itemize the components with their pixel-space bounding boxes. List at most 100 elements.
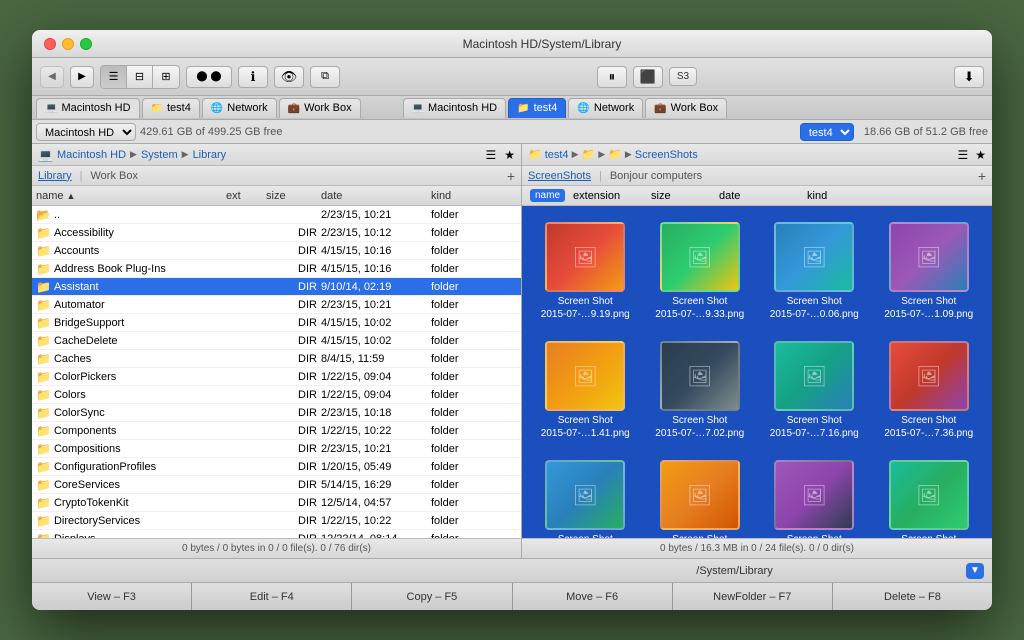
file-row[interactable]: 📁BridgeSupportDIR4/15/15, 10:02folder (32, 314, 521, 332)
right-icon-grid[interactable]: 🖼Screen Shot 2015-07-…9.19.png🖼Screen Sh… (522, 206, 992, 538)
right-col-date[interactable]: date (719, 190, 799, 202)
forward-button[interactable]: ▶ (70, 66, 94, 88)
right-col-size[interactable]: size (651, 190, 711, 202)
right-tab-macintosh[interactable]: 💻 Macintosh HD (403, 98, 507, 118)
file-row[interactable]: 📁ColorSyncDIR2/23/15, 10:18folder (32, 404, 521, 422)
right-tab-network[interactable]: 🌐 Network (568, 98, 643, 118)
file-date: 5/14/15, 16:29 (321, 479, 431, 491)
screenshot-item[interactable]: 🖼Screen Shot 2015-07-…7.36.png (876, 335, 983, 446)
screenshot-thumbnail: 🖼 (660, 222, 740, 292)
left-path-select[interactable]: Macintosh HD (36, 123, 136, 141)
file-row[interactable]: 📁AutomatorDIR2/23/15, 10:21folder (32, 296, 521, 314)
file-kind: folder (431, 425, 491, 437)
right-section-bar: ScreenShots | Bonjour computers + (522, 166, 992, 186)
right-bc-test4[interactable]: test4 (545, 149, 569, 161)
left-bc-system[interactable]: System (141, 149, 178, 161)
file-row[interactable]: 📁CachesDIR8/4/15, 11:59folder (32, 350, 521, 368)
info-button[interactable]: ℹ (238, 66, 268, 88)
left-bc-library[interactable]: Library (193, 149, 227, 161)
right-section-bonjour[interactable]: Bonjour computers (610, 170, 702, 182)
screenshot-item[interactable]: 🖼Screen Shot 2015-07-…9.19.png (532, 216, 639, 327)
file-row[interactable]: 📁CryptoTokenKitDIR12/5/14, 04:57folder (32, 494, 521, 512)
file-row[interactable]: 📁DirectoryServicesDIR1/22/15, 10:22folde… (32, 512, 521, 530)
icon-view-button[interactable]: ⊞ (153, 66, 179, 88)
copy-f5-button[interactable]: Copy – F5 (352, 583, 512, 610)
screenshot-item[interactable]: 🖼Screen Shot 2015-07-…7.45.png (532, 454, 639, 538)
left-view-menu-icon[interactable]: ☰ (485, 148, 496, 162)
screenshot-item[interactable]: 🖼Screen Shot 2015-07-…8.16.png (761, 454, 868, 538)
left-tab-workbox[interactable]: 💼 Work Box (279, 98, 361, 118)
file-row[interactable]: 📁AccessibilityDIR2/23/15, 10:12folder (32, 224, 521, 242)
left-tab-test4[interactable]: 📁 test4 (142, 98, 200, 118)
right-tab-workbox[interactable]: 💼 Work Box (645, 98, 727, 118)
col-header-name[interactable]: name ▲ (36, 190, 226, 202)
file-row[interactable]: 📁Address Book Plug-InsDIR4/15/15, 10:16f… (32, 260, 521, 278)
screenshot-item[interactable]: 🖼Screen Shot 2015-07-…1.41.png (532, 335, 639, 446)
file-row[interactable]: 📁DisplaysDIR12/22/14, 08:14folder (32, 530, 521, 538)
search-button[interactable]: ⧉ (310, 66, 340, 88)
right-col-ext[interactable]: extension (573, 190, 643, 202)
path-dropdown-button[interactable]: ▼ (966, 563, 984, 579)
left-bookmark-icon[interactable]: ★ (504, 148, 515, 162)
left-tab-network[interactable]: 🌐 Network (202, 98, 277, 118)
left-tab-macintosh[interactable]: 💻 Macintosh HD (36, 98, 140, 118)
right-col-name[interactable]: name (530, 189, 565, 202)
col-header-ext[interactable]: ext (226, 190, 266, 202)
file-row[interactable]: 📂..2/23/15, 10:21folder (32, 206, 521, 224)
column-view-button[interactable]: ⊟ (127, 66, 153, 88)
copy-icon-button[interactable]: ⬛ (633, 66, 663, 88)
right-bookmark-icon[interactable]: ★ (975, 148, 986, 162)
left-bc-macintosh[interactable]: Macintosh HD (57, 149, 126, 161)
file-row[interactable]: 📁AssistantDIR9/10/14, 02:19folder (32, 278, 521, 296)
screenshot-item[interactable]: 🖼Screen Shot 2015-07-…8.00.png (647, 454, 754, 538)
screenshot-item[interactable]: 🖼Screen Shot 2015-07-…9.33.png (647, 216, 754, 327)
list-view-button[interactable]: ☰ (101, 66, 127, 88)
preview-button[interactable]: 👁 (274, 66, 304, 88)
close-button[interactable] (44, 38, 56, 50)
download-button[interactable]: ⬇ (954, 66, 984, 88)
edit-f4-button[interactable]: Edit – F4 (192, 583, 352, 610)
file-row[interactable]: 📁CompositionsDIR2/23/15, 10:21folder (32, 440, 521, 458)
newfolder-f7-button[interactable]: NewFolder – F7 (673, 583, 833, 610)
file-row[interactable]: 📁CacheDeleteDIR4/15/15, 10:02folder (32, 332, 521, 350)
left-section-library[interactable]: Library (38, 170, 72, 182)
badge-button[interactable]: S3 (669, 67, 697, 86)
file-row[interactable]: 📁ColorPickersDIR1/22/15, 09:04folder (32, 368, 521, 386)
right-path-select[interactable]: test4 (800, 123, 854, 141)
right-view-menu-icon[interactable]: ☰ (957, 148, 968, 162)
file-row[interactable]: 📁AccountsDIR4/15/15, 10:16folder (32, 242, 521, 260)
right-bc-screens[interactable]: 📁 (581, 148, 595, 161)
pause-button[interactable]: ⏸ (597, 66, 627, 88)
right-col-kind[interactable]: kind (807, 190, 857, 202)
col-header-date[interactable]: date (321, 190, 431, 202)
left-section-workbox[interactable]: Work Box (90, 170, 137, 182)
col-header-size[interactable]: size (266, 190, 321, 202)
left-file-list[interactable]: 📂..2/23/15, 10:21folder📁AccessibilityDIR… (32, 206, 521, 538)
col-header-kind[interactable]: kind (431, 190, 491, 202)
screenshot-item[interactable]: 🖼Screen Shot 2015-07-…1.09.png (876, 216, 983, 327)
right-section-screenshots[interactable]: ScreenShots (528, 170, 591, 182)
screenshot-item[interactable]: 🖼Screen Shot 2015-07-…0.06.png (761, 216, 868, 327)
left-add-button[interactable]: + (507, 168, 515, 184)
left-breadcrumb: 💻 Macintosh HD ▶ System ▶ Library ☰ ★ (32, 144, 521, 166)
toggle-button[interactable]: ⬤ ⬤ (186, 66, 232, 88)
right-tab-test4[interactable]: 📁 test4 (508, 98, 566, 118)
file-row[interactable]: 📁ConfigurationProfilesDIR1/20/15, 05:49f… (32, 458, 521, 476)
file-size: DIR (266, 371, 321, 383)
maximize-button[interactable] (80, 38, 92, 50)
screenshot-item[interactable]: 🖼Screen Shot 2015-07-…9.24.png (876, 454, 983, 538)
file-row[interactable]: 📁ComponentsDIR1/22/15, 10:22folder (32, 422, 521, 440)
file-row[interactable]: 📁ColorsDIR1/22/15, 09:04folder (32, 386, 521, 404)
right-add-button[interactable]: + (978, 168, 986, 184)
file-row[interactable]: 📁CoreServicesDIR5/14/15, 16:29folder (32, 476, 521, 494)
right-bc-screens2[interactable]: 📁 (608, 148, 622, 161)
screenshot-item[interactable]: 🖼Screen Shot 2015-07-…7.02.png (647, 335, 754, 446)
delete-f8-button[interactable]: Delete – F8 (833, 583, 992, 610)
screenshot-item[interactable]: 🖼Screen Shot 2015-07-…7.16.png (761, 335, 868, 446)
folder-icon: 📁 (36, 262, 51, 276)
view-f3-button[interactable]: View – F3 (32, 583, 192, 610)
move-f6-button[interactable]: Move – F6 (513, 583, 673, 610)
minimize-button[interactable] (62, 38, 74, 50)
back-button[interactable]: ◀ (40, 66, 64, 88)
right-bc-screenshots[interactable]: ScreenShots (635, 149, 698, 161)
